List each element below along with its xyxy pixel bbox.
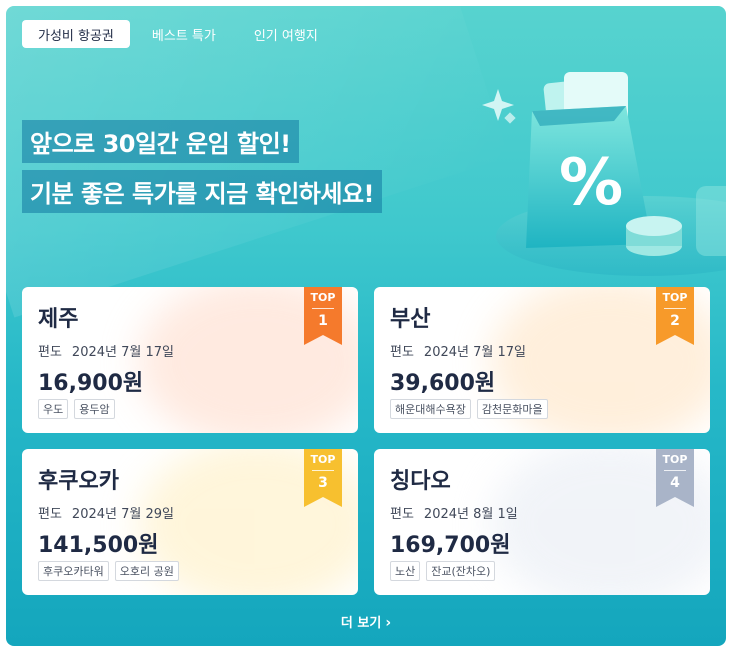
ribbon-top-label: TOP xyxy=(310,453,336,466)
tab-popular-destinations[interactable]: 인기 여행지 xyxy=(238,20,334,48)
departure-date: 2024년 7월 17일 xyxy=(423,345,526,360)
ribbon-divider xyxy=(664,308,686,309)
deal-card-jeju[interactable]: 제주 편도 2024년 7월 17일 16,900원 우도 용두암 TOP 1 xyxy=(22,287,358,433)
deal-card-busan[interactable]: 부산 편도 2024년 7월 17일 39,600원 해운대해수욕장 감천문화마을… xyxy=(374,287,710,433)
ribbon-top-label: TOP xyxy=(310,291,336,304)
fare-price: 16,900원 xyxy=(38,371,144,396)
headline-line-2: 기분 좋은 특가를 지금 확인하세요! xyxy=(22,170,382,213)
trip-date: 편도 2024년 7월 29일 xyxy=(38,503,184,522)
attraction-tags: 해운대해수욕장 감천문화마을 xyxy=(390,399,548,419)
deals-panel: 가성비 항공권 베스트 특가 인기 여행지 앞으로 30일간 운임 할인! 기분… xyxy=(6,6,726,646)
fare-price: 169,700원 xyxy=(390,533,511,558)
see-more-link[interactable]: 더 보기 › xyxy=(340,615,392,631)
attraction-tag[interactable]: 감천문화마을 xyxy=(476,399,548,419)
see-more-label: 더 보기 xyxy=(340,616,382,631)
attraction-tag[interactable]: 용두암 xyxy=(74,399,115,419)
attraction-tag[interactable]: 오호리 공원 xyxy=(114,561,179,581)
ribbon-divider xyxy=(312,308,334,309)
trip-type: 편도 xyxy=(390,345,414,360)
deal-card-fukuoka[interactable]: 후쿠오카 편도 2024년 7월 29일 141,500원 후쿠오카타워 오호리 … xyxy=(22,449,358,595)
ribbon-divider xyxy=(312,470,334,471)
tab-best-deals[interactable]: 베스트 특가 xyxy=(136,20,232,48)
headline-line-1: 앞으로 30일간 운임 할인! xyxy=(22,120,299,163)
attraction-tag[interactable]: 해운대해수욕장 xyxy=(390,399,471,419)
trip-date: 편도 2024년 7월 17일 xyxy=(38,341,184,360)
trip-type: 편도 xyxy=(38,507,62,522)
attraction-tags: 노산 잔교(잔차오) xyxy=(390,561,496,581)
attraction-tags: 후쿠오카타워 오호리 공원 xyxy=(38,561,179,581)
ribbon-rank: 3 xyxy=(318,475,328,491)
destination-city: 후쿠오카 xyxy=(38,469,119,494)
trip-type: 편도 xyxy=(38,345,62,360)
attraction-tag[interactable]: 잔교(잔차오) xyxy=(426,561,496,581)
departure-date: 2024년 8월 1일 xyxy=(423,507,518,522)
ribbon-rank: 4 xyxy=(670,475,680,491)
see-more: 더 보기 › xyxy=(6,612,726,631)
rank-ribbon: TOP 3 xyxy=(304,449,342,507)
deal-card-qingdao[interactable]: 칭다오 편도 2024년 8월 1일 169,700원 노산 잔교(잔차오) TO… xyxy=(374,449,710,595)
ribbon-top-label: TOP xyxy=(662,291,688,304)
departure-date: 2024년 7월 29일 xyxy=(71,507,174,522)
attraction-tags: 우도 용두암 xyxy=(38,399,115,419)
hero-headline: 앞으로 30일간 운임 할인! 기분 좋은 특가를 지금 확인하세요! xyxy=(22,120,382,220)
attraction-tag[interactable]: 우도 xyxy=(38,399,69,419)
fare-price: 39,600원 xyxy=(390,371,496,396)
attraction-tag[interactable]: 후쿠오카타워 xyxy=(38,561,109,581)
destination-city: 부산 xyxy=(390,307,431,332)
svg-text:%: % xyxy=(559,146,623,220)
destination-city: 칭다오 xyxy=(390,469,451,494)
rank-ribbon: TOP 1 xyxy=(304,287,342,345)
rank-ribbon: TOP 2 xyxy=(656,287,694,345)
trip-date: 편도 2024년 8월 1일 xyxy=(390,503,528,522)
ribbon-rank: 2 xyxy=(670,313,680,329)
ribbon-divider xyxy=(664,470,686,471)
rank-ribbon: TOP 4 xyxy=(656,449,694,507)
departure-date: 2024년 7월 17일 xyxy=(71,345,174,360)
trip-type: 편도 xyxy=(390,507,414,522)
trip-date: 편도 2024년 7월 17일 xyxy=(390,341,536,360)
attraction-tag[interactable]: 노산 xyxy=(390,561,421,581)
shopping-bag-percent-icon: % xyxy=(476,66,726,276)
destination-city: 제주 xyxy=(38,307,79,332)
ribbon-rank: 1 xyxy=(318,313,328,329)
tab-bar: 가성비 항공권 베스트 특가 인기 여행지 xyxy=(22,20,334,48)
tab-value-flights[interactable]: 가성비 항공권 xyxy=(22,20,130,48)
deal-card-grid: 제주 편도 2024년 7월 17일 16,900원 우도 용두암 TOP 1 부… xyxy=(22,287,710,595)
ribbon-top-label: TOP xyxy=(662,453,688,466)
chevron-right-icon: › xyxy=(385,615,392,631)
fare-price: 141,500원 xyxy=(38,533,159,558)
